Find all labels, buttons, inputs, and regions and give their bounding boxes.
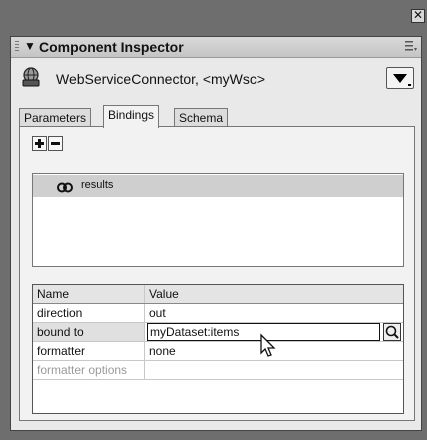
- component-name: WebServiceConnector, <myWsc>: [56, 71, 266, 87]
- collapse-arrow-icon[interactable]: ▼: [24, 39, 36, 53]
- table-row[interactable]: bound to myDataset:items: [33, 323, 403, 342]
- tab-schema[interactable]: Schema: [174, 108, 229, 126]
- property-value[interactable]: [145, 361, 403, 379]
- bindings-list: results: [32, 173, 404, 267]
- component-inspector-panel: ▼ Component Inspector WebServiceConnecto…: [10, 36, 422, 431]
- binding-properties-table: Name Value direction out bound to myData…: [32, 284, 404, 414]
- bindings-tab-content: results Name Value direction out bound t…: [19, 126, 415, 421]
- table-row[interactable]: direction out: [33, 304, 403, 323]
- panel-titlebar[interactable]: ▼ Component Inspector: [11, 37, 421, 58]
- drag-grip-icon[interactable]: [15, 41, 19, 53]
- property-name: direction: [33, 304, 145, 322]
- property-name: formatter options: [33, 361, 145, 379]
- list-item[interactable]: results: [33, 175, 403, 197]
- property-value[interactable]: out: [145, 304, 403, 322]
- property-name: bound to: [33, 323, 145, 341]
- binding-link-icon: [57, 180, 73, 193]
- mouse-cursor-icon: [258, 333, 280, 361]
- table-header-row: Name Value: [33, 285, 403, 304]
- search-icon: [385, 325, 399, 339]
- close-button[interactable]: ✕: [411, 9, 425, 23]
- window-frame: ✕ ▼ Component Inspector WebServiceConnec…: [0, 0, 427, 440]
- component-menu-button[interactable]: [386, 67, 414, 89]
- panel-options-icon[interactable]: [405, 40, 417, 55]
- binding-label: results: [81, 179, 114, 191]
- component-header: WebServiceConnector, <myWsc>: [11, 58, 421, 98]
- table-row[interactable]: formatter none: [33, 342, 403, 361]
- tab-parameters[interactable]: Parameters: [19, 108, 92, 126]
- add-binding-button[interactable]: [32, 136, 47, 151]
- property-name: formatter: [33, 342, 145, 360]
- panel-title: Component Inspector: [39, 39, 184, 55]
- remove-binding-button[interactable]: [48, 136, 63, 151]
- tab-bindings[interactable]: Bindings: [103, 105, 160, 128]
- column-header-value: Value: [149, 287, 179, 301]
- web-service-icon: [20, 66, 42, 88]
- chevron-down-icon: [393, 74, 407, 83]
- column-header-name: Name: [33, 285, 145, 303]
- close-icon: ✕: [412, 8, 424, 22]
- table-row[interactable]: formatter options: [33, 361, 403, 380]
- browse-button[interactable]: [383, 323, 401, 341]
